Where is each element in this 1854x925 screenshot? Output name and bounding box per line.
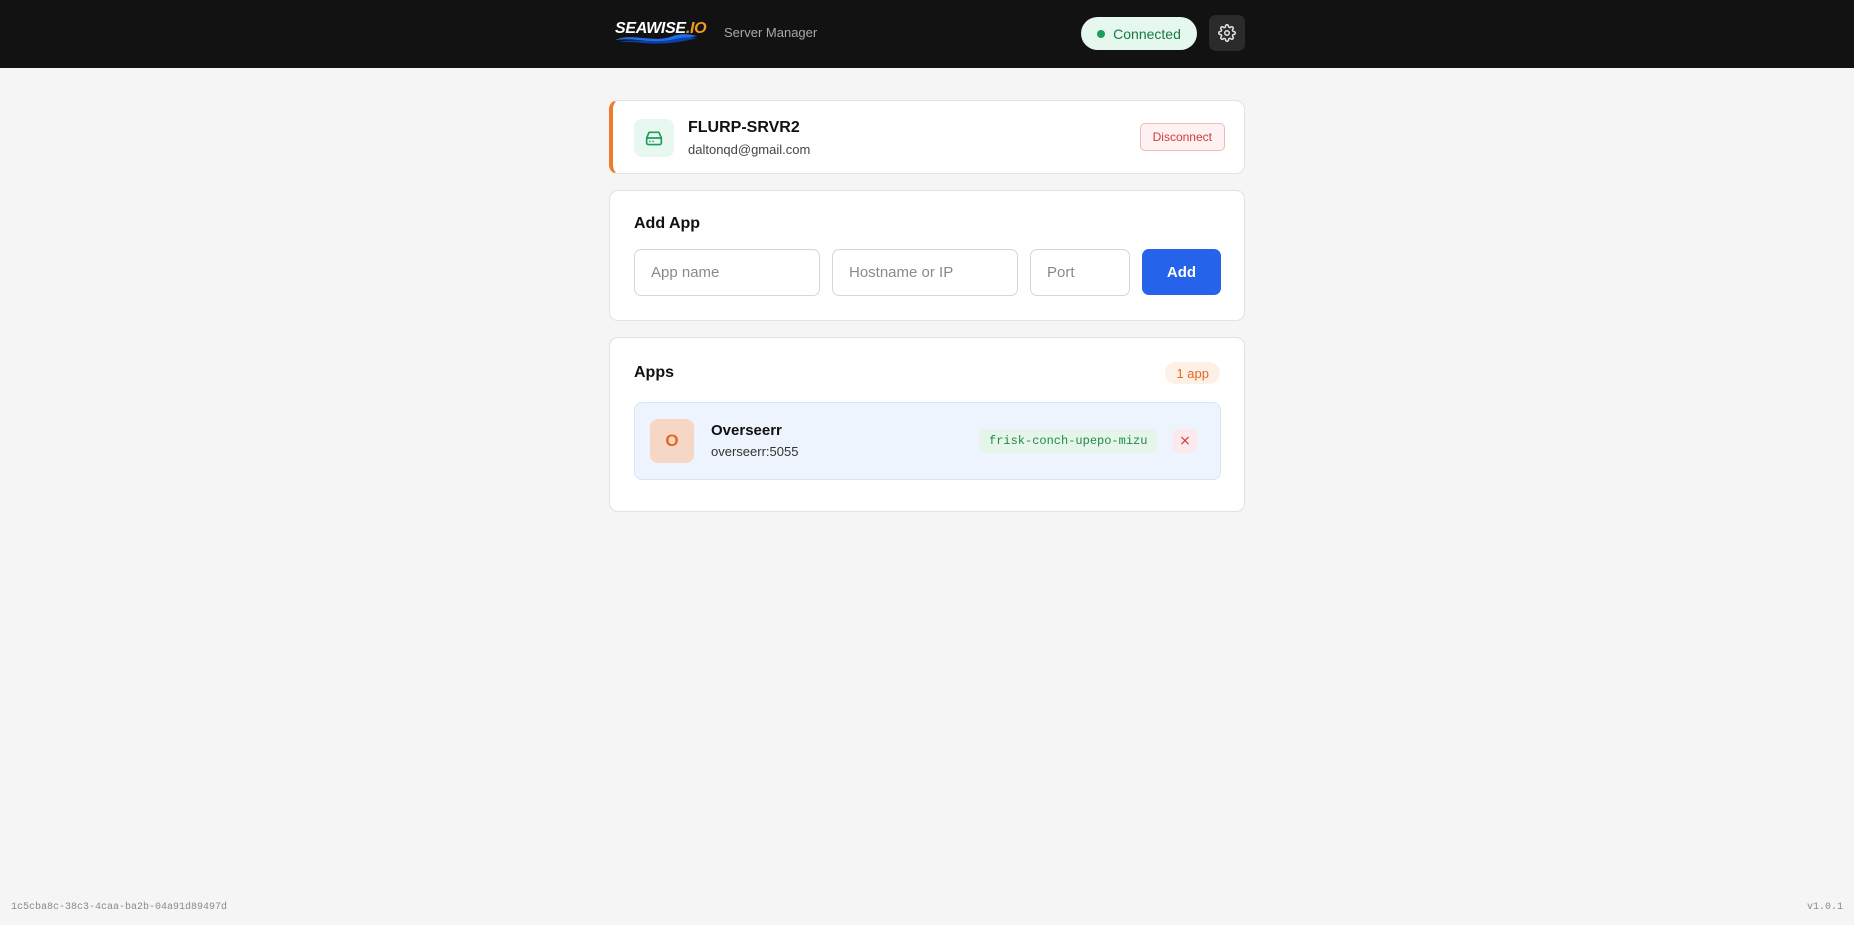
status-dot-icon — [1097, 29, 1106, 38]
footer-version: v1.0.1 — [1806, 902, 1843, 913]
server-icon — [634, 119, 674, 157]
apps-card: Apps 1 app O Overseerr overseerr:5055 fr… — [609, 337, 1245, 512]
app-count-badge: 1 app — [1165, 362, 1220, 384]
app-subtitle: Server Manager — [724, 25, 818, 40]
connection-status-badge: Connected — [1081, 17, 1197, 50]
logo-wave-icon — [615, 34, 697, 44]
app-name: Overseerr — [711, 422, 782, 439]
port-input[interactable] — [1030, 249, 1130, 296]
app-avatar: O — [650, 419, 694, 463]
app-token-badge[interactable]: frisk-conch-upepo-mizu — [979, 429, 1158, 453]
add-app-title: Add App — [634, 215, 701, 232]
disconnect-button[interactable]: Disconnect — [1139, 123, 1225, 151]
app-list-item[interactable]: O Overseerr overseerr:5055 frisk-conch-u… — [634, 402, 1221, 480]
footer-instance-id: 1c5cba8c-38c3-4caa-ba2b-04a91d89497d — [11, 902, 228, 913]
server-card: FLURP-SRVR2 daltonqd@gmail.com Disconnec… — [609, 100, 1245, 174]
connection-status-label: Connected — [1113, 25, 1181, 42]
close-icon: × — [1179, 433, 1191, 449]
seawise-logo[interactable]: SEAWISE.IO — [613, 18, 711, 46]
top-bar: SEAWISE.IO Server Manager Connected — [0, 0, 1854, 68]
app-host: overseerr:5055 — [711, 444, 799, 459]
gear-icon — [1218, 24, 1236, 42]
remove-app-button[interactable]: × — [1173, 429, 1197, 453]
server-email: daltonqd@gmail.com — [688, 142, 811, 157]
add-app-button[interactable]: Add — [1142, 249, 1221, 295]
settings-button[interactable] — [1209, 15, 1245, 51]
hostname-input[interactable] — [832, 249, 1018, 296]
app-name-input[interactable] — [634, 249, 820, 296]
server-name: FLURP-SRVR2 — [688, 119, 800, 136]
apps-title: Apps — [634, 364, 674, 381]
add-app-card: Add App Add — [609, 190, 1245, 321]
